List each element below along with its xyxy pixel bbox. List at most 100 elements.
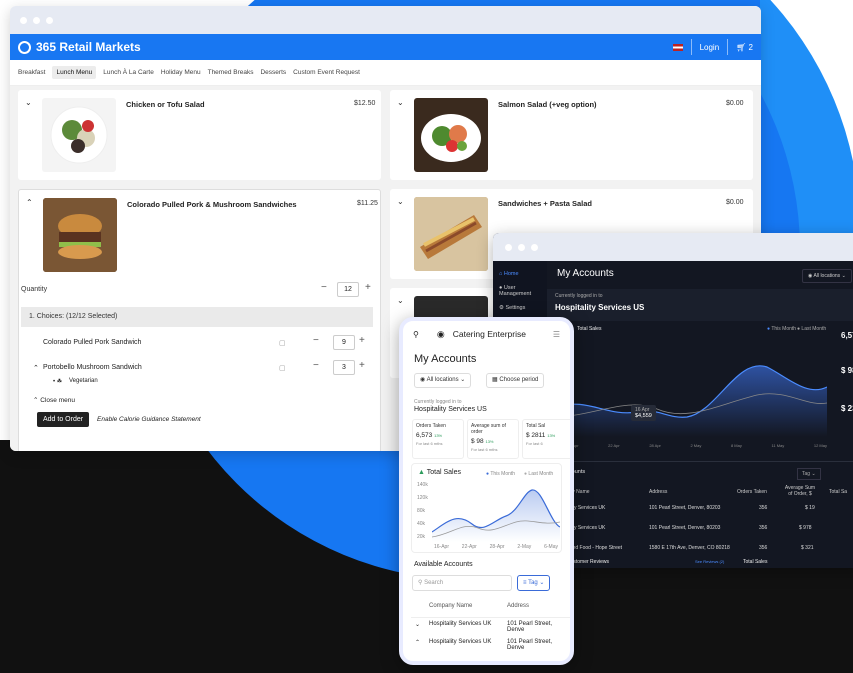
salmon-salad-image <box>421 114 481 162</box>
locations-select[interactable]: ◉ All locations ⌄ <box>802 269 852 283</box>
sidebar-item-label: User Management <box>499 285 532 297</box>
stat-card: Total Sal $ 2811 13% For last 6 <box>522 419 570 459</box>
menu-item-card-expanded[interactable]: ⌃ Colorado Pulled Pork & Mushroom Sandwi… <box>18 189 381 451</box>
choice-quantity[interactable]: 3 <box>333 360 355 375</box>
increment-button[interactable]: + <box>359 335 365 346</box>
calorie-guidance-link[interactable]: Enable Calorie Guidance Statement <box>97 416 201 423</box>
x-tick: 28 Apr <box>649 443 661 448</box>
item-price: $12.50 <box>354 100 376 107</box>
tab-lunch-menu[interactable]: Lunch Menu <box>52 66 97 79</box>
see-reviews-link[interactable]: See Reviews (2) <box>695 559 724 564</box>
window-dot[interactable] <box>33 16 40 24</box>
tab-desserts[interactable]: Desserts <box>260 69 286 76</box>
stat-delta: 13% <box>434 433 443 438</box>
tag-filter[interactable]: Tag ⌄ <box>797 468 821 480</box>
chart-title: Total Sales <box>577 326 602 332</box>
chevron-down-icon[interactable]: ⌄ <box>397 197 404 206</box>
login-link[interactable]: Login <box>700 43 720 52</box>
chevron-down-icon[interactable]: ⌄ <box>397 296 404 305</box>
divider <box>411 617 570 618</box>
logo-icon <box>18 40 31 54</box>
menu-icon[interactable]: ☰ <box>553 330 560 339</box>
row-name[interactable]: Hospitality Services UK <box>429 639 491 645</box>
locations-select[interactable]: ◉ All locations ⌄ <box>414 373 472 388</box>
legend-label: Last Month <box>528 471 554 477</box>
search-icon: ⚲ <box>418 580 423 586</box>
window-dot[interactable] <box>46 16 53 24</box>
window-dot[interactable] <box>505 243 512 251</box>
tab-lunch-a-la-carte[interactable]: Lunch À La Carte <box>103 69 154 76</box>
column-header: Address <box>649 489 668 495</box>
y-axis: 140k 120k 80k 40k 20k <box>417 482 428 540</box>
chart-tooltip: 16 Apr $4,559 <box>631 405 656 421</box>
close-menu-link[interactable]: ⌃ Close menu <box>33 396 75 404</box>
menu-item-card[interactable]: ⌄ Chicken or Tofu Salad $12.50 <box>18 90 381 180</box>
chevron-down-icon[interactable]: ⌄ <box>25 98 32 107</box>
stat-delta: 13% <box>485 439 494 444</box>
legend-last-month: ● Last Month <box>524 471 554 477</box>
decrement-button[interactable]: − <box>313 335 319 346</box>
column-header: Average Sum of Order, $ <box>784 485 816 497</box>
locations-label: All locations <box>813 273 841 279</box>
tooltip-value: $4,559 <box>635 413 652 419</box>
flag-icon[interactable] <box>672 43 683 51</box>
tab-custom-event[interactable]: Custom Event Request <box>293 69 360 76</box>
legend-last-month: ● Last Month <box>797 326 827 332</box>
chevron-up-icon[interactable]: ⌃ <box>26 198 33 207</box>
sidebar-item-home[interactable]: ⌂ Home <box>493 267 547 281</box>
brand-name: 365 Retail Markets <box>36 40 141 54</box>
item-price: $0.00 <box>726 100 744 107</box>
window-dot[interactable] <box>518 243 525 251</box>
tab-breakfast[interactable]: Breakfast <box>18 69 45 76</box>
chart-title-text: Total Sales <box>426 469 462 476</box>
row-address: 101 Pearl Street, Denve <box>507 621 553 633</box>
window-dot[interactable] <box>20 16 27 24</box>
tab-themed-breaks[interactable]: Themed Breaks <box>208 69 254 76</box>
mobile-header: ⚲ ◉ Catering Enterprise ☰ <box>403 321 570 347</box>
add-to-order-button[interactable]: Add to Order <box>37 412 90 427</box>
sidebar-item-user-management[interactable]: ● User Management <box>493 281 547 301</box>
calendar-icon: ▦ <box>492 377 498 383</box>
row-orders: 356 <box>759 545 768 551</box>
sidebar-item-settings[interactable]: ⚙ Settings <box>493 301 547 315</box>
item-name: Chicken or Tofu Salad <box>126 100 205 109</box>
choice-name: Colorado Pulled Pork Sandwich <box>43 339 142 346</box>
row-orders: 356 <box>759 525 768 531</box>
legend-label: This Month <box>771 326 797 332</box>
pin-icon: ◉ <box>420 377 426 383</box>
tab-holiday-menu[interactable]: Holiday Menu <box>161 69 201 76</box>
salad-image <box>50 106 108 164</box>
cart-button[interactable]: 🛒︎ 2 <box>736 43 753 52</box>
item-name: Colorado Pulled Pork & Mushroom Sandwich… <box>127 200 297 209</box>
quantity-input[interactable]: 12 <box>337 282 359 297</box>
search-input[interactable]: ⚲ Search <box>412 575 512 591</box>
choice-chevron-icon[interactable]: ⌃ <box>33 364 39 372</box>
stat-delta: 13% <box>547 433 556 438</box>
available-accounts-title: Available Accounts <box>414 561 473 568</box>
mobile-phone: ⚲ ◉ Catering Enterprise ☰ My Accounts ◉ … <box>399 317 574 665</box>
menu-item-card[interactable]: ⌄ Salmon Salad (+veg option) $0.00 <box>390 90 753 180</box>
row-address: 101 Pearl Street, Denve <box>507 639 553 651</box>
chevron-down-icon[interactable]: ⌄ <box>397 98 404 107</box>
logged-in-label: Currently logged in to <box>555 293 603 299</box>
decrement-button[interactable]: − <box>313 360 319 371</box>
decrement-button[interactable]: − <box>321 282 327 293</box>
item-name: Salmon Salad (+veg option) <box>498 100 597 109</box>
increment-button[interactable]: + <box>359 360 365 371</box>
period-select[interactable]: ▦ Choose period <box>486 373 545 388</box>
brand-logo[interactable]: 365 Retail Markets <box>18 40 141 54</box>
row-chevron-icon[interactable]: ⌃ <box>415 639 420 646</box>
row-name[interactable]: Hospitality Services UK <box>429 621 491 627</box>
tag-filter[interactable]: ≡ Tag ⌄ <box>517 575 551 591</box>
side-stat: $ 23 <box>841 404 853 413</box>
row-avg: $ 321 <box>801 545 814 551</box>
copy-icon[interactable]: ▢ <box>279 339 286 347</box>
choice-name: Portobello Mushroom Sandwich <box>43 364 142 371</box>
stat-number: $ 98 <box>471 438 484 445</box>
vegetarian-tag: Vegetarian <box>69 378 98 384</box>
increment-button[interactable]: + <box>365 282 371 293</box>
choice-quantity[interactable]: 9 <box>333 335 355 350</box>
copy-icon[interactable]: ▢ <box>279 364 286 372</box>
window-dot[interactable] <box>531 243 538 251</box>
row-chevron-icon[interactable]: ⌄ <box>415 621 420 628</box>
